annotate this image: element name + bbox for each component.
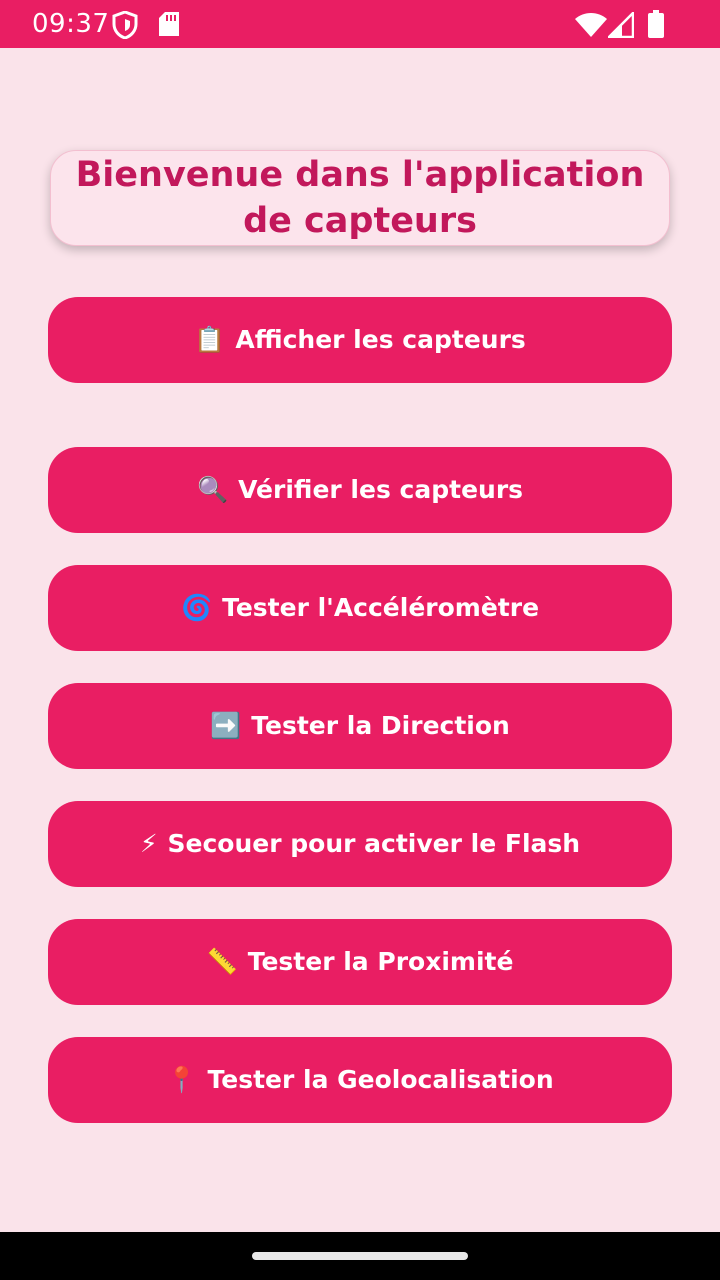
- welcome-card: Bienvenue dans l'application de capteurs: [50, 150, 670, 246]
- pin-icon: 📍: [166, 1065, 198, 1094]
- status-time: 09:37: [32, 9, 110, 39]
- button-label: Vérifier les capteurs: [238, 475, 524, 504]
- button-label: Afficher les capteurs: [235, 325, 526, 354]
- button-label: Tester la Proximité: [247, 947, 514, 976]
- test-accelerometer-button[interactable]: 🌀 Tester l'Accéléromètre: [48, 565, 672, 651]
- shield-icon: [112, 11, 138, 39]
- button-label: Secouer pour activer le Flash: [167, 829, 581, 858]
- status-bar: 09:37: [0, 0, 720, 48]
- test-geolocation-button[interactable]: 📍 Tester la Geolocalisation: [48, 1037, 672, 1123]
- clipboard-icon: 📋: [194, 325, 226, 354]
- lightning-icon: ⚡: [139, 829, 158, 858]
- test-direction-button[interactable]: ➡️ Tester la Direction: [48, 683, 672, 769]
- sd-card-icon: [159, 12, 179, 36]
- right-arrow-icon: ➡️: [210, 711, 242, 740]
- cyclone-icon: 🌀: [180, 593, 213, 622]
- ruler-icon: 📏: [206, 947, 238, 976]
- wifi-icon: [575, 13, 607, 37]
- navigation-bar: [0, 1232, 720, 1280]
- battery-icon: [648, 10, 664, 38]
- test-proximity-button[interactable]: 📏 Tester la Proximité: [48, 919, 672, 1005]
- main-content: Bienvenue dans l'application de capteurs…: [0, 48, 720, 1232]
- signal-icon: [608, 12, 634, 38]
- magnifier-icon: 🔍: [196, 475, 229, 504]
- button-label: Tester l'Accéléromètre: [222, 593, 540, 622]
- check-sensors-button[interactable]: 🔍 Vérifier les capteurs: [48, 447, 672, 533]
- button-label: Tester la Geolocalisation: [207, 1065, 554, 1094]
- welcome-title: Bienvenue dans l'application de capteurs: [75, 155, 645, 241]
- button-label: Tester la Direction: [251, 711, 510, 740]
- show-sensors-button[interactable]: 📋 Afficher les capteurs: [48, 297, 672, 383]
- home-gesture-handle[interactable]: [252, 1252, 468, 1260]
- shake-flash-button[interactable]: ⚡ Secouer pour activer le Flash: [48, 801, 672, 887]
